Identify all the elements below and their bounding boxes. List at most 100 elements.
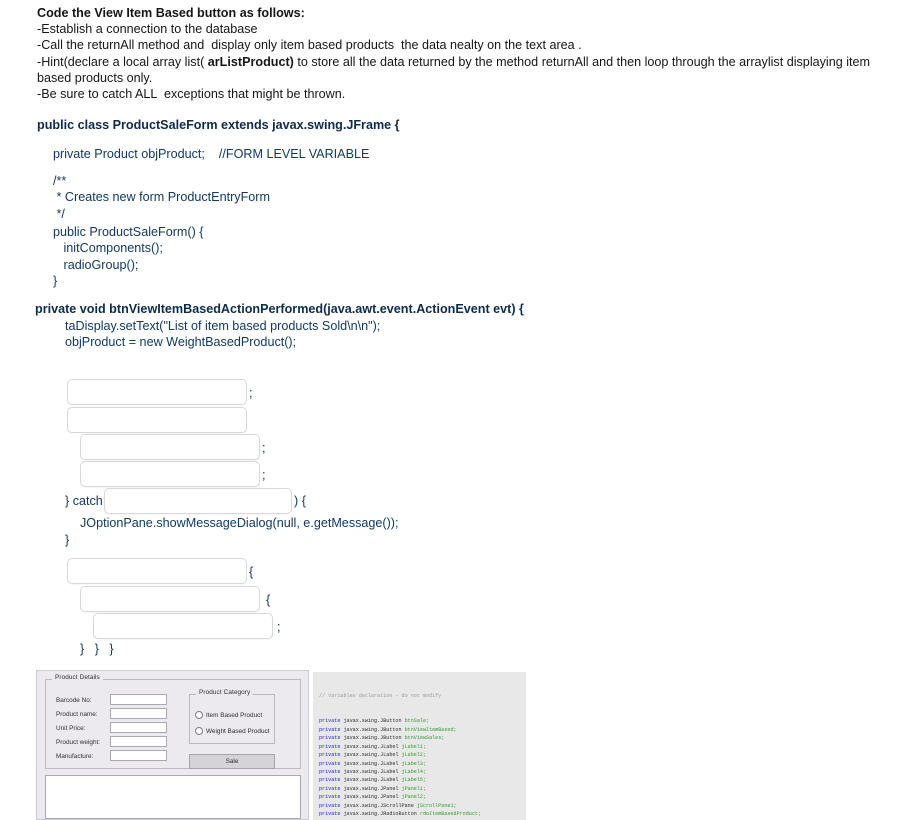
- code-comment-line: // Variables declaration - do not modify: [319, 692, 442, 699]
- code-type: javax.swing.JPanel: [340, 785, 402, 792]
- answer-blank-6[interactable]: [67, 558, 247, 584]
- code-variable: jLabel2;: [401, 752, 427, 759]
- answer-blank-7[interactable]: [80, 586, 260, 612]
- code-variable: jPanel1;: [401, 785, 427, 792]
- label-barcode-no: Barcode No:: [56, 697, 92, 704]
- code-line: private javax.swing.JButton btnViewItemB…: [319, 726, 526, 734]
- radio-item-based-label: Item Based Product: [206, 711, 263, 719]
- blank-7-trailing-brace: {: [266, 593, 271, 607]
- answer-blank-4[interactable]: [80, 461, 260, 487]
- code-line: private javax.swing.JLabel jLabel5;: [319, 776, 526, 784]
- blank-8-trailing-semicolon: ;: [277, 620, 281, 634]
- code-type: javax.swing.JPanel: [340, 794, 402, 801]
- code-type: javax.swing.JButton: [340, 726, 405, 733]
- code-variable: jPanel2;: [401, 794, 427, 801]
- closing-braces: } } }: [80, 642, 114, 656]
- code-keyword: private: [319, 760, 341, 767]
- code-keyword: private: [319, 726, 341, 733]
- hint-prefix: -Hint(declare a local array list(: [37, 54, 208, 69]
- constructor-block: public ProductSaleForm() { initComponent…: [53, 225, 204, 289]
- code-variable: rdoItemBasedProduct;: [419, 811, 482, 818]
- variables-declaration-code-pane: // Variables declaration - do not modify…: [313, 672, 526, 820]
- method-body: taDisplay.setText("List of item based pr…: [65, 319, 381, 350]
- code-keyword: private: [319, 811, 341, 818]
- product-category-title: Product Category: [196, 689, 254, 696]
- blank-3-trailing-semicolon: ;: [262, 441, 266, 455]
- code-line: private javax.swing.JPanel jPanel1;: [319, 785, 526, 793]
- code-variable: jLabel3;: [401, 760, 427, 767]
- radio-weight-based-label: Weight Based Product: [206, 727, 270, 735]
- code-line: private javax.swing.JScrollPane jScrollP…: [319, 802, 526, 810]
- code-declaration-lines: private javax.swing.JButton btnSale; priv…: [319, 717, 526, 820]
- product-sale-form-screenshot: Product Details Barcode No: Product name…: [36, 670, 309, 820]
- sale-button[interactable]: Sale: [189, 754, 275, 769]
- label-product-weight: Product weight:: [56, 739, 101, 746]
- product-details-group: Product Details Barcode No: Product name…: [45, 674, 301, 769]
- catch-closing-brace: }: [65, 533, 70, 547]
- answer-blank-3[interactable]: [80, 434, 260, 460]
- radio-weight-based-product[interactable]: Weight Based Product: [195, 727, 269, 735]
- code-type: javax.swing.JLabel: [340, 777, 402, 784]
- radio-item-based-product[interactable]: Item Based Product: [195, 711, 262, 719]
- radio-circle-icon: [195, 727, 203, 735]
- code-variable: btnSale;: [404, 718, 430, 725]
- input-product-weight[interactable]: [110, 736, 167, 747]
- blank-1-trailing-semicolon: ;: [249, 386, 253, 400]
- code-variable: jScrollPane1;: [416, 802, 457, 809]
- code-keyword: private: [319, 735, 341, 742]
- catch-closing-paren: ) {: [294, 494, 306, 508]
- blank-6-trailing-brace: {: [249, 565, 254, 579]
- code-line: private javax.swing.JLabel jLabel1;: [319, 743, 526, 751]
- answer-blank-5-exception-type[interactable]: [104, 488, 292, 514]
- code-variable: jLabel1;: [401, 743, 427, 750]
- code-keyword: private: [319, 768, 341, 775]
- input-manufacture[interactable]: [110, 750, 167, 761]
- product-details-title: Product Details: [52, 674, 103, 681]
- radio-circle-icon: [195, 711, 203, 719]
- code-keyword: private: [319, 794, 341, 801]
- hint-variable-name: arListProduct): [207, 54, 294, 69]
- label-manufacture: Manufacture:: [56, 753, 94, 760]
- code-type: javax.swing.JLabel: [340, 760, 402, 767]
- answer-blank-8[interactable]: [93, 613, 273, 639]
- input-barcode-no[interactable]: [110, 694, 167, 705]
- code-line: private javax.swing.JButton btnViewSales…: [319, 734, 526, 742]
- code-keyword: private: [319, 752, 341, 759]
- code-keyword: private: [319, 802, 341, 809]
- code-type: javax.swing.JScrollPane: [340, 802, 417, 809]
- code-type: javax.swing.JLabel: [340, 743, 402, 750]
- code-keyword: private: [319, 743, 341, 750]
- code-type: javax.swing.JLabel: [340, 768, 402, 775]
- code-variable: btnViewSales;: [404, 735, 445, 742]
- answer-blank-2[interactable]: [67, 407, 247, 433]
- code-line: private javax.swing.JPanel jPanel2;: [319, 793, 526, 801]
- code-line: private javax.swing.JLabel jLabel2;: [319, 751, 526, 759]
- code-line: private javax.swing.JLabel jLabel4;: [319, 768, 526, 776]
- input-unit-price[interactable]: [110, 722, 167, 733]
- code-keyword: private: [319, 718, 341, 725]
- instruction-line-hint: -Hint(declare a local array list( arList…: [37, 54, 895, 86]
- label-unit-price: Unit Price:: [56, 725, 86, 732]
- catch-body-statement: JOptionPane.showMessageDialog(null, e.ge…: [80, 516, 399, 530]
- product-category-group: Product Category Item Based Product Weig…: [189, 689, 275, 744]
- instruction-line-2: -Call the returnAll method and display o…: [37, 38, 582, 53]
- label-product-name: Product name:: [56, 711, 98, 718]
- instruction-line-1: -Establish a connection to the database: [37, 22, 258, 37]
- method-signature: private void btnViewItemBasedActionPerfo…: [35, 302, 524, 316]
- input-product-name[interactable]: [110, 708, 167, 719]
- instructions-heading: Code the View Item Based button as follo…: [37, 6, 305, 20]
- instructions-block: Code the View Item Based button as follo…: [37, 5, 895, 102]
- code-keyword: private: [319, 785, 341, 792]
- javadoc-comment: /** * Creates new form ProductEntryForm …: [53, 174, 270, 221]
- field-declaration: private Product objProduct; //FORM LEVEL…: [53, 147, 370, 161]
- display-text-area[interactable]: [45, 775, 301, 819]
- instruction-line-3: -Be sure to catch ALL exceptions that mi…: [37, 87, 346, 102]
- code-variable: btnViewItemBased;: [404, 726, 457, 733]
- answer-blank-1[interactable]: [67, 379, 247, 405]
- code-line: private javax.swing.JButton btnSale;: [319, 717, 526, 725]
- code-line: private javax.swing.JLabel jLabel3;: [319, 760, 526, 768]
- code-line: private javax.swing.JRadioButton rdoItem…: [319, 810, 526, 818]
- code-keyword: private: [319, 777, 341, 784]
- code-type: javax.swing.JLabel: [340, 752, 402, 759]
- code-type: javax.swing.JButton: [340, 735, 405, 742]
